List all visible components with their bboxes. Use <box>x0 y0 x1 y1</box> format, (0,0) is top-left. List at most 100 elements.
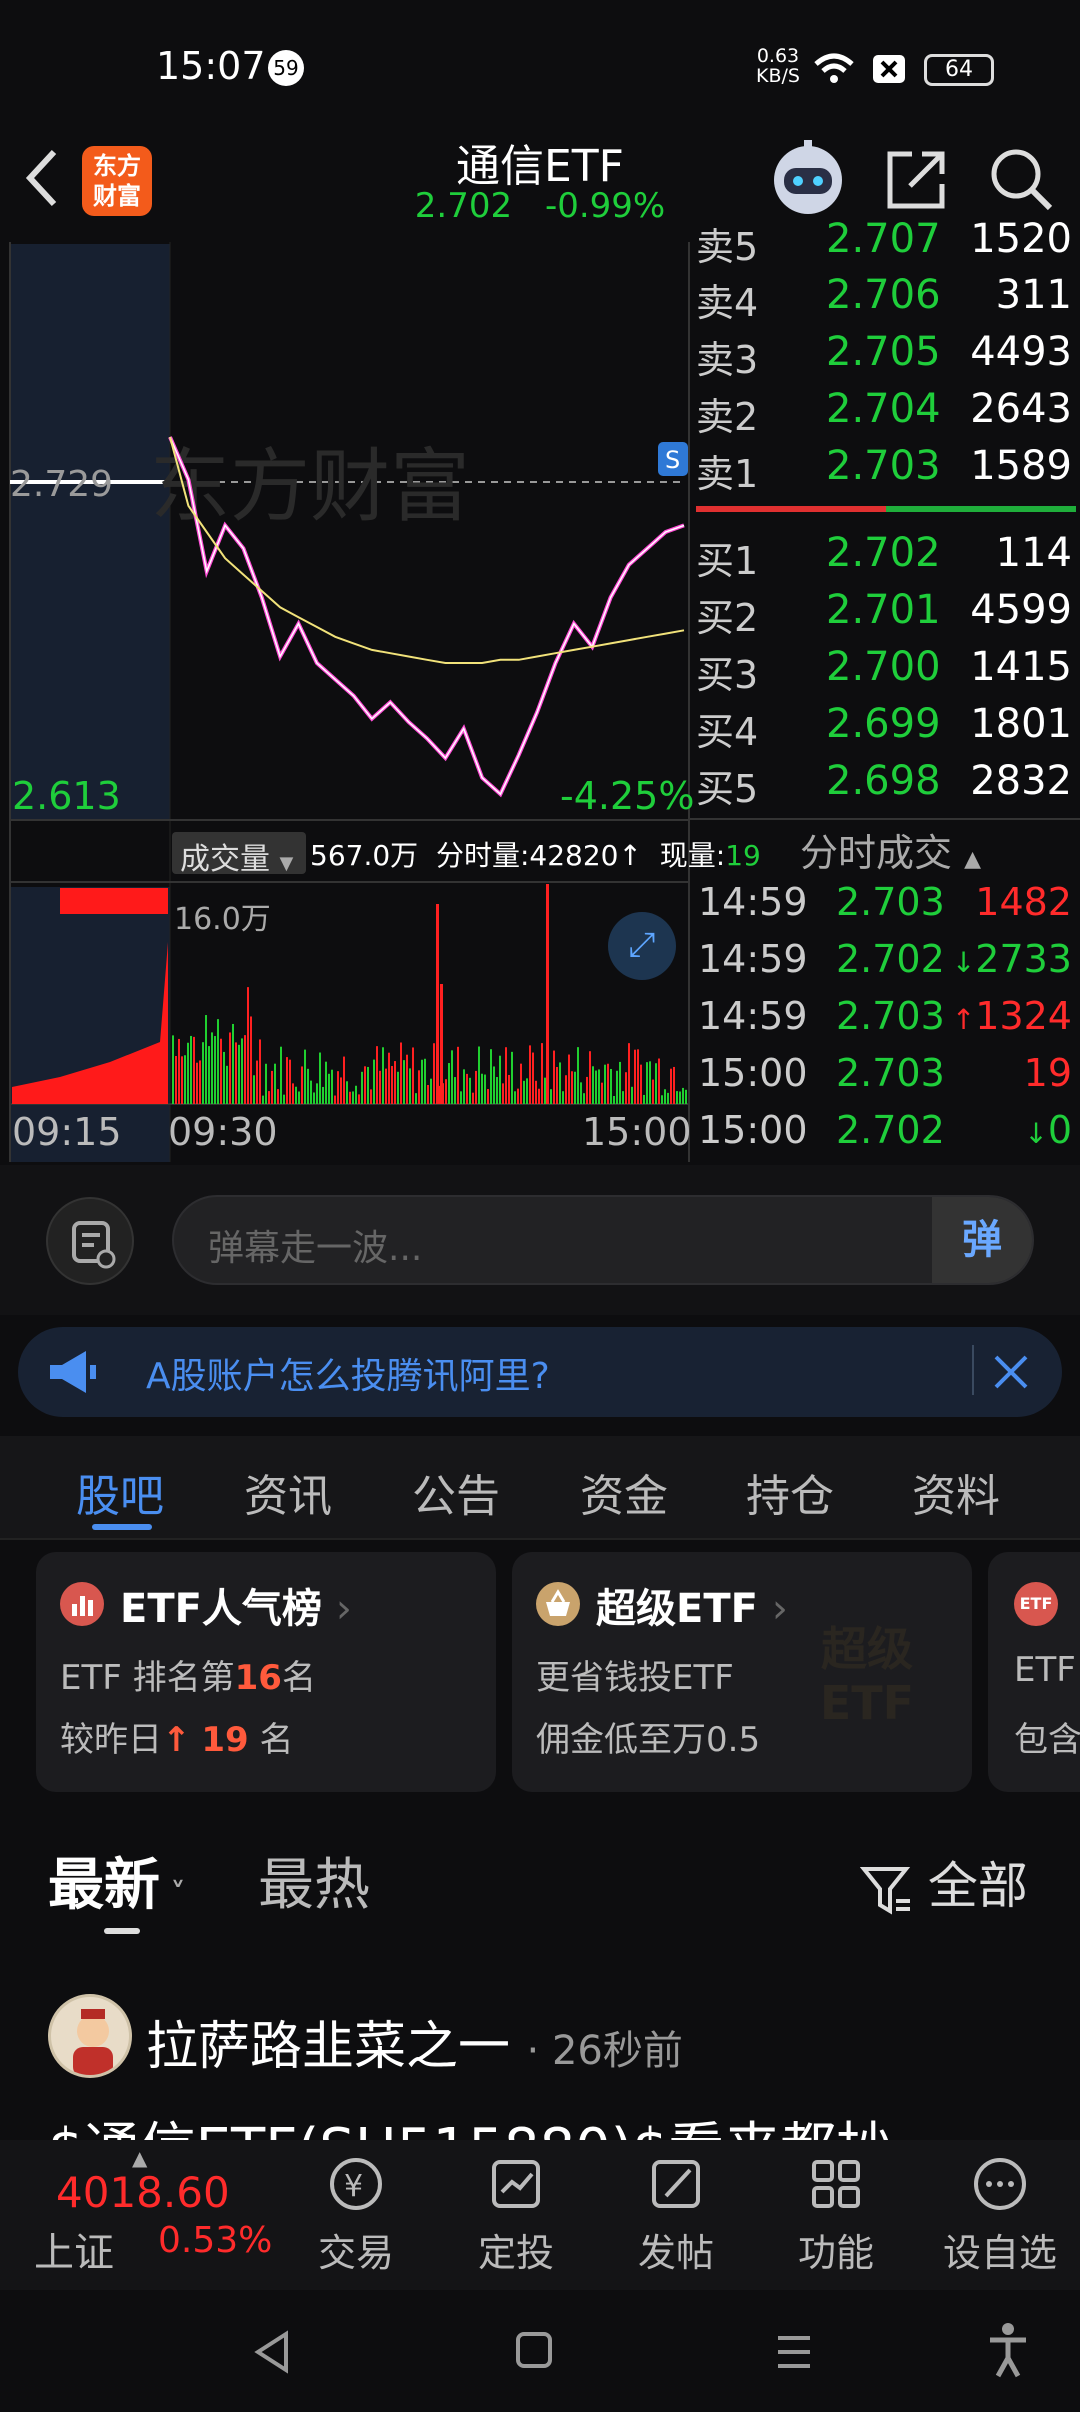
volume-bar <box>550 1089 552 1104</box>
tab-profile[interactable]: 资料 <box>912 1460 1000 1524</box>
volume-bar <box>181 1056 183 1104</box>
wifi-icon <box>814 53 854 83</box>
bid-vol: 4599 <box>970 587 1072 633</box>
post-author-line: 拉萨路韭菜之一 · 26秒前 <box>146 2004 683 2079</box>
order-book[interactable]: 卖5 2.707 1520 卖4 2.706 311 卖3 2.705 4493 卖2 2.7… <box>690 216 1080 1162</box>
bid-vol: 2832 <box>970 758 1072 804</box>
nav-watchlist[interactable]: 设自选 <box>930 2154 1070 2277</box>
bid-price: 2.702 <box>826 530 941 576</box>
accessibility-icon[interactable] <box>988 2322 1028 2378</box>
ask-vol: 1520 <box>970 216 1072 262</box>
nav-functions[interactable]: 功能 <box>766 2154 906 2277</box>
search-icon[interactable] <box>988 146 1054 212</box>
feed-header: 最新 ˅ 最热 全部 <box>0 1820 1080 1940</box>
dropdown-icon: ▼ <box>279 853 294 874</box>
volume-bar <box>616 1070 618 1104</box>
system-menu-icon[interactable] <box>774 2332 814 2372</box>
system-back-icon[interactable] <box>252 2330 292 2374</box>
expand-icon[interactable]: ⤢ <box>608 912 676 980</box>
volume-bar <box>589 1051 591 1104</box>
nav-post[interactable]: 发帖 <box>606 2154 746 2277</box>
volume-bar <box>394 1061 396 1104</box>
tab-holdings[interactable]: 持仓 <box>746 1460 834 1524</box>
trade-dir: ↓ <box>951 946 976 979</box>
index-name[interactable]: 上证 <box>34 2220 114 2278</box>
card-line1: ETF 排名第16名 <box>60 1650 316 1699</box>
filter-button[interactable]: 全部 <box>859 1846 1028 1918</box>
tab-guba[interactable]: 股吧 <box>76 1460 164 1524</box>
trade-price: 2.702 <box>836 937 945 981</box>
bid-vol: 1415 <box>970 644 1072 690</box>
share-icon[interactable] <box>884 148 948 212</box>
battery-icon: 64 <box>924 54 994 86</box>
system-home-icon[interactable] <box>514 2330 554 2370</box>
index-pct[interactable]: 0.53% <box>158 2220 272 2261</box>
volume-bar <box>679 1091 681 1104</box>
volume-bar <box>658 1058 660 1104</box>
intraday-chart[interactable]: 东方财富 S 2.729 2.613 -4.25% 成交量 ▼ 567.0万 分… <box>0 242 761 1347</box>
volume-bar <box>187 1042 189 1104</box>
volume-bar <box>580 1082 582 1104</box>
volume-bar <box>631 1086 633 1104</box>
avatar[interactable] <box>48 1994 132 2078</box>
volume-bar <box>328 1073 330 1104</box>
pre-market-region <box>10 244 170 819</box>
volume-bar <box>364 1066 366 1104</box>
volume-bar <box>343 1056 345 1104</box>
sort-hot[interactable]: 最热 <box>258 1840 370 1921</box>
volume-bar <box>508 1074 510 1104</box>
volume-bar <box>250 1016 252 1104</box>
volume-bar <box>298 1091 300 1104</box>
volume-bar <box>196 1062 198 1104</box>
trade-dir: ↓ <box>1024 1117 1048 1150</box>
danmu-input[interactable]: 弹幕走一波... 弹 <box>172 1195 1034 1285</box>
post-item[interactable]: 拉萨路韭菜之一 · 26秒前 $通信ETF(SH515880)$看来都抄 <box>0 1960 1080 2140</box>
volume-bar <box>607 1063 609 1104</box>
megaphone-icon <box>50 1351 96 1393</box>
index-value[interactable]: 4018.60 <box>56 2168 230 2217</box>
ad-banner[interactable]: A股账户怎么投腾讯阿里? <box>18 1327 1062 1417</box>
robot-assistant-icon[interactable] <box>768 138 848 218</box>
volume-bar <box>289 1059 291 1104</box>
volume-bar <box>193 1036 195 1104</box>
post-author[interactable]: 拉萨路韭菜之一 <box>146 2017 510 2077</box>
danmu-send-button[interactable]: 弹 <box>932 1197 1032 1283</box>
close-icon[interactable] <box>990 1351 1032 1393</box>
ask-row: 卖5 2.707 1520 <box>690 216 1080 272</box>
volume-bar <box>571 1071 573 1104</box>
volume-bar <box>304 1049 306 1104</box>
volume-bar <box>229 1032 231 1104</box>
danmu-settings-icon[interactable] <box>46 1197 134 1285</box>
vol-selector[interactable]: 成交量 ▼ <box>172 832 306 877</box>
volume-bar <box>391 1066 393 1104</box>
card-etf-partial[interactable]: ETF ETF 包含 <box>988 1552 1080 1792</box>
tab-funds[interactable]: 资金 <box>580 1460 668 1524</box>
volume-bar <box>586 1076 588 1104</box>
volume-bar <box>424 1058 426 1104</box>
volume-bar <box>655 1063 657 1104</box>
ask-price: 2.705 <box>826 329 941 375</box>
tab-announcements[interactable]: 公告 <box>412 1460 500 1524</box>
sort-latest[interactable]: 最新 ˅ <box>48 1840 185 1921</box>
volume-bar <box>484 1074 486 1104</box>
tab-news[interactable]: 资讯 <box>244 1460 332 1524</box>
nav-trade[interactable]: ¥ 交易 <box>286 2154 426 2277</box>
volume-bar <box>595 1070 597 1104</box>
volume-bar <box>625 1072 627 1104</box>
volume-bar <box>592 1066 594 1104</box>
vol-max-label: 16.0万 <box>174 902 271 937</box>
rank-value: 16 <box>234 1658 282 1698</box>
volume-bar <box>652 1079 654 1104</box>
pre-market-volume-top <box>60 888 168 914</box>
trades-title[interactable]: 分时成交 ▲ <box>800 822 981 877</box>
volume-bar <box>403 1060 405 1104</box>
volume-bar <box>682 1087 684 1104</box>
ask-vol: 2643 <box>970 386 1072 432</box>
card-super-etf[interactable]: 超级 ETF 超级ETF › 更省钱投ETF 佣金低至万0.5 <box>512 1552 972 1792</box>
volume-bar <box>346 1081 348 1104</box>
nav-invest[interactable]: 定投 <box>446 2154 586 2277</box>
card-etf-ranking[interactable]: ETF人气榜 › ETF 排名第16名 较昨日↑ 19 名 <box>36 1552 496 1792</box>
nav-invest-label: 定投 <box>477 2231 554 2275</box>
volume-bar <box>379 1070 381 1104</box>
caret-up-icon: ▲ <box>132 2146 148 2170</box>
